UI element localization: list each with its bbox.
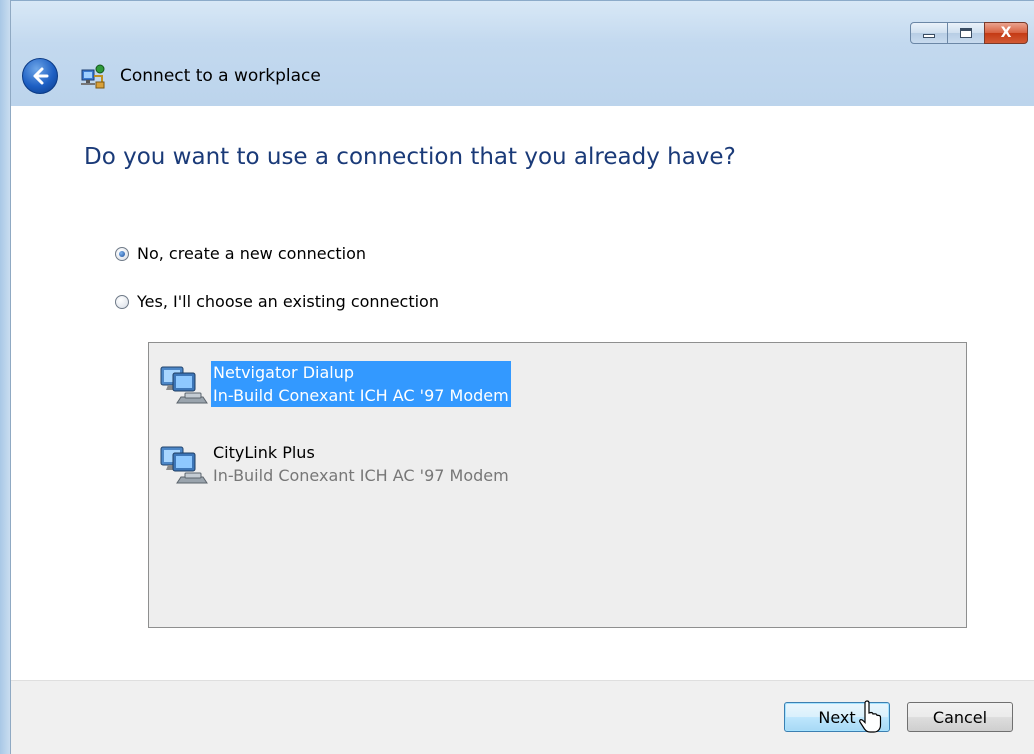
connection-name: Netvigator Dialup <box>213 363 354 382</box>
window-frame-left <box>0 0 11 754</box>
list-item-netvigator-dialup[interactable]: Netvigator Dialup In-Build Conexant ICH … <box>157 361 511 409</box>
option-new-connection-label[interactable]: No, create a new connection <box>137 244 366 263</box>
radio-existing-connection[interactable] <box>115 294 129 309</box>
connection-name: CityLink Plus <box>213 443 315 462</box>
title-bar[interactable] <box>0 0 1034 106</box>
dialup-connection-icon <box>157 361 213 409</box>
option-new-connection[interactable]: No, create a new connection <box>115 244 366 263</box>
radio-new-connection[interactable] <box>115 246 129 261</box>
back-button[interactable] <box>22 58 58 94</box>
mouse-cursor-icon <box>858 699 882 735</box>
connection-list[interactable]: Netvigator Dialup In-Build Conexant ICH … <box>148 342 967 628</box>
option-existing-connection-label[interactable]: Yes, I'll choose an existing connection <box>137 292 439 311</box>
connection-text[interactable]: CityLink Plus In-Build Conexant ICH AC '… <box>211 441 511 487</box>
back-arrow-icon <box>33 67 49 85</box>
maximize-icon <box>960 28 972 38</box>
network-workplace-icon <box>78 64 106 90</box>
connection-text[interactable]: Netvigator Dialup In-Build Conexant ICH … <box>211 361 511 407</box>
list-item-citylink-plus[interactable]: CityLink Plus In-Build Conexant ICH AC '… <box>157 441 511 489</box>
close-button[interactable]: X <box>984 22 1028 44</box>
wizard-content: Do you want to use a connection that you… <box>11 106 1034 680</box>
connection-device: In-Build Conexant ICH AC '97 Modem <box>213 466 509 485</box>
option-existing-connection[interactable]: Yes, I'll choose an existing connection <box>115 292 439 311</box>
dialup-connection-icon <box>157 441 213 489</box>
window-controls: X <box>910 22 1028 44</box>
minimize-button[interactable] <box>910 22 948 44</box>
connect-workplace-window: X Connect to a workplace Do you want to … <box>0 0 1034 754</box>
page-heading: Do you want to use a connection that you… <box>84 144 736 170</box>
close-icon: X <box>1000 25 1012 41</box>
window-title: Connect to a workplace <box>120 66 321 86</box>
maximize-button[interactable] <box>947 22 985 44</box>
radio-selected-dot <box>119 250 125 257</box>
connection-device: In-Build Conexant ICH AC '97 Modem <box>213 386 509 405</box>
minimize-icon <box>923 34 935 38</box>
cancel-button[interactable]: Cancel <box>907 702 1013 732</box>
